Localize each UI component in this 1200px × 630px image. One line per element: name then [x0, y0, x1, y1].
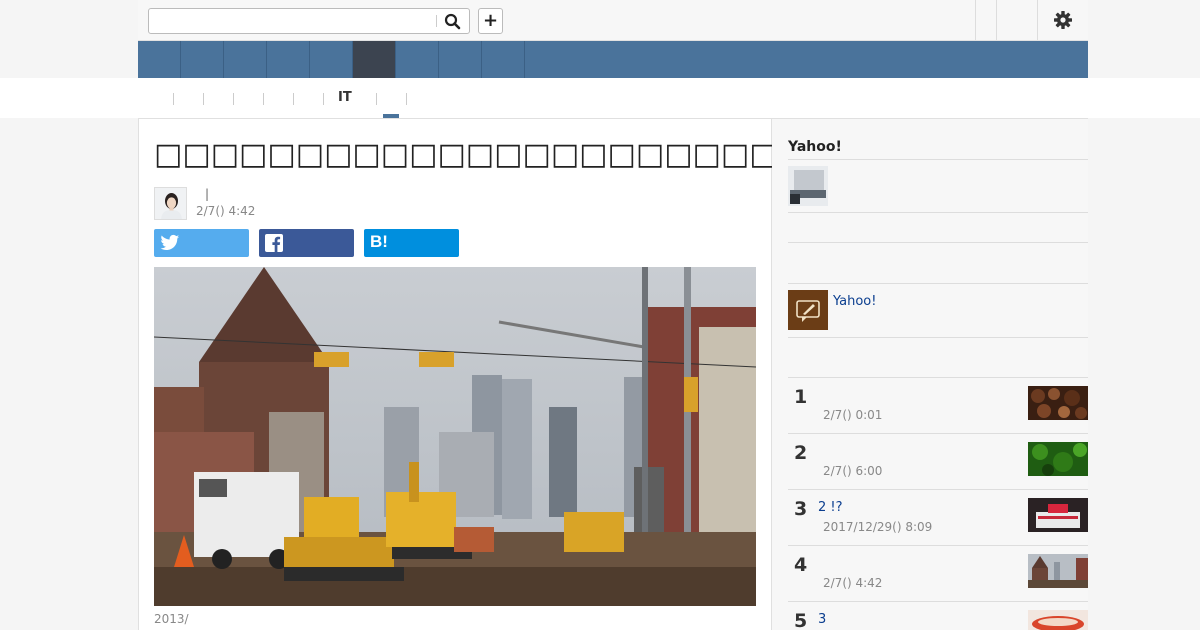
add-button[interactable]: +	[478, 8, 503, 34]
nav-tab-active[interactable]	[353, 41, 396, 78]
nav-tab[interactable]	[181, 41, 224, 78]
twitter-share-button[interactable]	[154, 229, 249, 257]
yahoo-promo-icon[interactable]	[788, 290, 828, 330]
rank-title[interactable]: 2 !?	[818, 500, 843, 515]
topbar-divider	[1037, 0, 1038, 40]
rank-date: 2017/12/29() 8:09	[823, 520, 933, 534]
category-subnav: IT	[138, 78, 1088, 118]
rank-date: 2/7() 0:01	[823, 408, 883, 422]
article: □□□□□□□□□□□□□□□□□□□□□□□□□□□□□□□□□ | 2/7(…	[138, 118, 1089, 630]
article-photo	[154, 267, 756, 606]
author-avatar[interactable]	[154, 187, 187, 220]
search-input[interactable]	[149, 9, 435, 33]
rank-number: 1	[794, 386, 808, 408]
subnav-divider	[263, 93, 264, 105]
subnav-item-it[interactable]: IT	[338, 90, 352, 105]
nav-tab[interactable]	[224, 41, 267, 78]
photo-caption: 2013/	[154, 612, 189, 626]
search-icon[interactable]	[443, 12, 463, 30]
sidebar-divider	[788, 212, 1088, 213]
ranking-item[interactable]: 2 2/7() 6:00	[788, 433, 1088, 489]
subnav-divider	[323, 93, 324, 105]
rank-thumbnail	[1028, 554, 1088, 588]
search-box	[148, 8, 470, 34]
rank-number: 5	[794, 610, 808, 630]
subnav-divider	[203, 93, 204, 105]
sidebar-divider	[788, 242, 1088, 243]
sidebar-divider	[788, 159, 1088, 160]
topbar-divider	[996, 0, 997, 40]
subnav-divider	[376, 93, 377, 105]
subnav-divider	[173, 93, 174, 105]
rank-thumbnail	[1028, 498, 1088, 532]
rank-thumbnail	[1028, 610, 1088, 630]
rank-title[interactable]: 3	[818, 612, 826, 627]
hatena-icon: B!	[370, 232, 388, 251]
subnav-divider	[406, 93, 407, 105]
nav-tab[interactable]	[310, 41, 353, 78]
facebook-share-button[interactable]	[259, 229, 354, 257]
author-separator: |	[205, 187, 210, 201]
rank-number: 2	[794, 442, 808, 464]
rank-thumbnail	[1028, 386, 1088, 420]
sidebar: Yahoo! Yahoo! 1 2/7() 0:01 2 2/7() 6:00 …	[772, 118, 1088, 630]
hatena-bookmark-button[interactable]: B!	[364, 229, 459, 257]
ranking-item[interactable]: 4 2/7() 4:42	[788, 545, 1088, 601]
rank-date: 2/7() 6:00	[823, 464, 883, 478]
gear-icon[interactable]	[1053, 10, 1073, 30]
rank-thumbnail	[1028, 442, 1088, 476]
sidebar-thumbnail[interactable]	[788, 166, 828, 206]
ranking-item[interactable]: 3 2 !? 2017/12/29() 8:09	[788, 489, 1088, 545]
top-bar: +	[138, 0, 1088, 41]
nav-tab[interactable]	[138, 41, 181, 78]
nav-tab[interactable]	[396, 41, 439, 78]
sidebar-divider	[788, 283, 1088, 284]
article-date: 2/7() 4:42	[196, 204, 256, 218]
nav-tab[interactable]	[267, 41, 310, 78]
sidebar-divider	[788, 337, 1088, 338]
sidebar-heading: Yahoo!	[788, 139, 842, 155]
yahoo-promo-link[interactable]: Yahoo!	[833, 294, 876, 309]
nav-tab[interactable]	[482, 41, 525, 78]
main-nav	[138, 41, 1088, 78]
subnav-divider	[293, 93, 294, 105]
ranking-item[interactable]: 5 3	[788, 601, 1088, 630]
ranking-item[interactable]: 1 2/7() 0:01	[788, 377, 1088, 433]
rank-number: 3	[794, 498, 808, 520]
rank-number: 4	[794, 554, 808, 576]
nav-tab[interactable]	[439, 41, 482, 78]
facebook-icon	[265, 234, 283, 252]
subnav-divider	[233, 93, 234, 105]
search-divider	[436, 15, 437, 27]
plus-icon: +	[482, 10, 499, 31]
topbar-divider	[975, 0, 976, 40]
rank-date: 2/7() 4:42	[823, 576, 883, 590]
twitter-icon	[160, 234, 180, 250]
